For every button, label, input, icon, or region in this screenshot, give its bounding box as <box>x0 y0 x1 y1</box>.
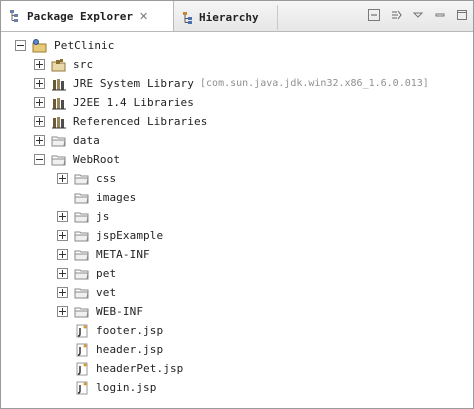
tab-package-explorer[interactable]: Package Explorer ✕ <box>1 1 174 31</box>
jre-version-decoration: [com.sun.java.jdk.win32.x86_1.6.0.013] <box>200 78 429 89</box>
tree-item-label: data <box>73 134 100 147</box>
tree-item-referenced-libraries[interactable]: Referenced Libraries <box>34 112 207 131</box>
folder-icon <box>74 248 90 262</box>
tree-item-meta-inf[interactable]: META-INF <box>57 245 150 264</box>
close-icon[interactable]: ✕ <box>139 10 148 23</box>
tree-item-label: header.jsp <box>96 343 164 356</box>
folder-icon <box>74 267 90 281</box>
tab-hierarchy[interactable]: Hierarchy <box>173 5 278 30</box>
tree-item-jre-system-library[interactable]: JRE System Library [com.sun.java.jdk.win… <box>34 74 429 93</box>
folder-icon <box>51 134 67 148</box>
link-with-editor-icon[interactable] <box>389 8 403 22</box>
tree-item-label: WEB-INF <box>96 305 144 318</box>
tree-item-label: js <box>96 210 110 223</box>
tree-item-src[interactable]: src <box>34 55 93 74</box>
package-explorer-icon <box>9 9 23 23</box>
tree-item-label: src <box>73 58 94 71</box>
tree-item-web-inf[interactable]: WEB-INF <box>57 302 143 321</box>
tree-item-webroot[interactable]: WebRoot <box>34 150 120 169</box>
view-menu-icon[interactable] <box>411 8 425 22</box>
maximize-icon[interactable] <box>455 8 469 22</box>
expand-toggle-icon[interactable] <box>34 135 45 146</box>
minimize-icon[interactable] <box>433 8 447 22</box>
tree-item-js[interactable]: js <box>57 207 109 226</box>
tree-item-label: images <box>96 191 137 204</box>
library-icon <box>51 115 67 129</box>
java-project-icon <box>32 38 48 53</box>
library-icon <box>51 96 67 110</box>
folder-icon <box>74 172 90 186</box>
library-icon <box>51 77 67 91</box>
tree-item-label: META-INF <box>96 248 150 261</box>
project-tree: PetClinic src JRE System Library [com.su… <box>1 34 473 404</box>
expand-toggle-icon[interactable] <box>34 116 45 127</box>
expand-toggle-icon[interactable] <box>57 211 68 222</box>
tree-item-pet[interactable]: pet <box>57 264 116 283</box>
tree-item-label: pet <box>96 267 117 280</box>
tree-item-label: Referenced Libraries <box>73 115 208 128</box>
tree-item-label: footer.jsp <box>96 324 164 337</box>
tree-item-label: jspExample <box>96 229 164 242</box>
tab-package-explorer-label: Package Explorer <box>27 9 133 23</box>
expand-toggle-icon[interactable] <box>57 268 68 279</box>
view-toolbar <box>367 8 469 22</box>
expand-toggle-icon[interactable] <box>34 97 45 108</box>
tree-item-header-jsp[interactable]: header.jsp <box>57 340 163 359</box>
folder-icon <box>74 191 90 205</box>
tree-item-footer-jsp[interactable]: footer.jsp <box>57 321 163 340</box>
tree-item-label: JRE System Library <box>73 77 195 90</box>
tree-item-vet[interactable]: vet <box>57 283 116 302</box>
expand-toggle-icon[interactable] <box>57 230 68 241</box>
collapse-toggle-icon[interactable] <box>34 154 45 165</box>
source-folder-icon <box>51 58 67 72</box>
tree-item-label: headerPet.jsp <box>96 362 184 375</box>
folder-icon <box>51 153 67 167</box>
tree-item-jspexample[interactable]: jspExample <box>57 226 163 245</box>
tree-item-headerpet-jsp[interactable]: headerPet.jsp <box>57 359 183 378</box>
tree-item-label: login.jsp <box>96 381 157 394</box>
tree-item-images[interactable]: images <box>57 188 136 207</box>
hierarchy-icon <box>181 11 195 25</box>
folder-icon <box>74 305 90 319</box>
tree-item-j2ee-libraries[interactable]: J2EE 1.4 Libraries <box>34 93 194 112</box>
tree-item-label: J2EE 1.4 Libraries <box>73 96 195 109</box>
jsp-file-icon <box>74 343 90 357</box>
tree-item-petclinic[interactable]: PetClinic <box>15 36 115 55</box>
expand-toggle-icon[interactable] <box>57 173 68 184</box>
tree-item-data[interactable]: data <box>34 131 100 150</box>
tree-item-label: WebRoot <box>73 153 121 166</box>
collapse-all-icon[interactable] <box>367 8 381 22</box>
expand-toggle-icon[interactable] <box>57 306 68 317</box>
jsp-file-icon <box>74 324 90 338</box>
tree-item-label: PetClinic <box>54 39 115 52</box>
folder-icon <box>74 210 90 224</box>
tree-item-login-jsp[interactable]: login.jsp <box>57 378 157 397</box>
expand-toggle-icon[interactable] <box>34 59 45 70</box>
jsp-file-icon <box>74 362 90 376</box>
tab-hierarchy-label: Hierarchy <box>199 11 259 24</box>
expand-toggle-icon[interactable] <box>57 249 68 260</box>
expand-toggle-icon[interactable] <box>34 78 45 89</box>
collapse-toggle-icon[interactable] <box>15 40 26 51</box>
view-tab-bar: Package Explorer ✕ Hierarchy <box>1 1 473 32</box>
folder-icon <box>74 229 90 243</box>
expand-toggle-icon[interactable] <box>57 287 68 298</box>
tree-item-label: vet <box>96 286 117 299</box>
package-explorer-view: Package Explorer ✕ Hierarchy PetClinic s… <box>0 0 474 409</box>
jsp-file-icon <box>74 381 90 395</box>
tree-item-label: css <box>96 172 117 185</box>
tree-item-css[interactable]: css <box>57 169 116 188</box>
folder-icon <box>74 286 90 300</box>
